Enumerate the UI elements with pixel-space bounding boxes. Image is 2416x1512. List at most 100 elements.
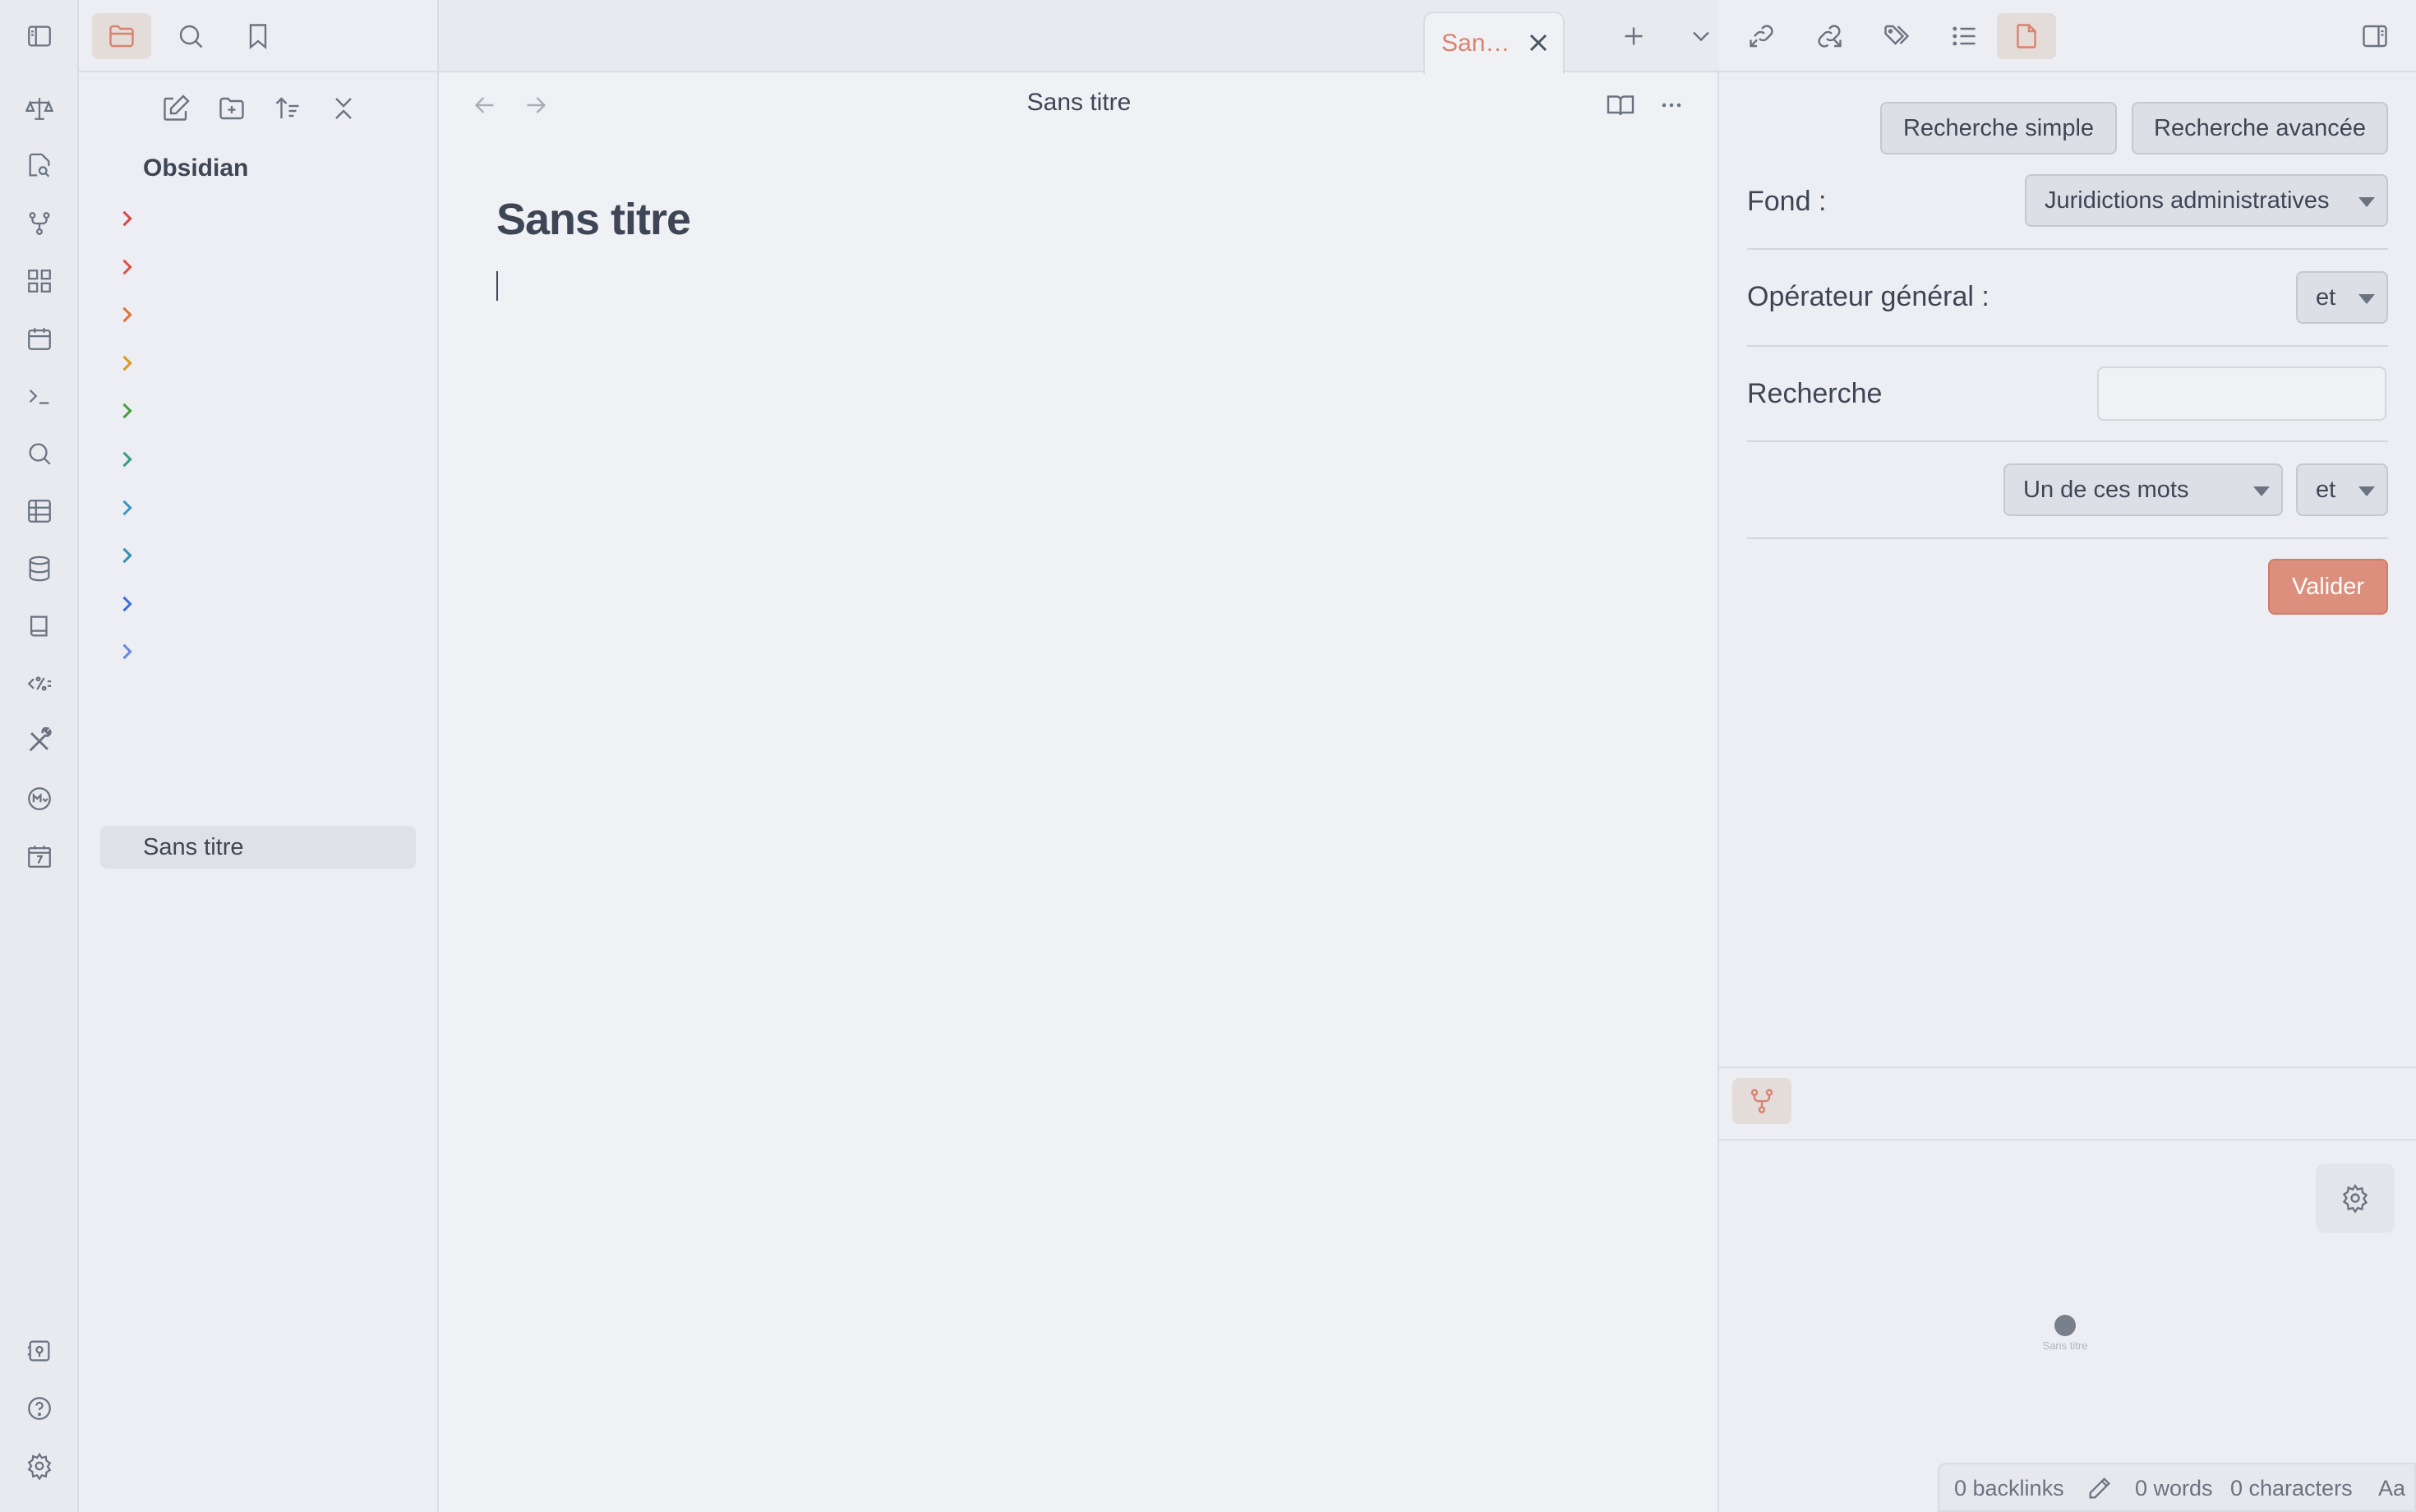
markdown-icon[interactable] bbox=[20, 779, 59, 818]
outline-list-icon[interactable] bbox=[1934, 13, 1994, 59]
recherche-avancee-button[interactable]: Recherche avancée bbox=[2132, 102, 2388, 154]
chevron-right-icon bbox=[122, 500, 132, 515]
fond-label: Fond : bbox=[1747, 186, 1827, 217]
book-icon[interactable] bbox=[20, 606, 59, 646]
folder-item[interactable] bbox=[108, 343, 421, 385]
tab-title: San… bbox=[1441, 30, 1510, 57]
folder-item[interactable] bbox=[108, 247, 421, 288]
tab-bar: San… bbox=[439, 0, 1719, 74]
file-item-active[interactable]: Sans titre bbox=[100, 826, 416, 869]
new-folder-icon[interactable] bbox=[202, 85, 261, 131]
ribbon bbox=[0, 0, 79, 1512]
tools-icon[interactable] bbox=[20, 721, 59, 761]
chevron-right-icon bbox=[122, 644, 132, 660]
chevron-right-icon bbox=[122, 259, 132, 274]
templater-icon[interactable] bbox=[20, 664, 59, 703]
scale-icon[interactable] bbox=[20, 89, 59, 128]
folder-item[interactable] bbox=[108, 632, 421, 673]
daily-calendar-icon[interactable] bbox=[20, 837, 59, 876]
settings-icon[interactable] bbox=[20, 1446, 59, 1486]
tags-icon[interactable] bbox=[1867, 13, 1926, 59]
graph-node-label: Sans titre bbox=[2042, 1339, 2088, 1352]
divider bbox=[1747, 537, 2388, 539]
edit-pencil-icon[interactable] bbox=[2086, 1474, 2114, 1502]
close-icon[interactable] bbox=[1524, 28, 1553, 58]
sort-icon[interactable] bbox=[258, 85, 317, 131]
chevron-right-icon bbox=[122, 210, 132, 227]
dropdown-caret-icon bbox=[2358, 294, 2375, 304]
chevron-right-icon bbox=[122, 451, 132, 468]
text-cursor bbox=[496, 271, 498, 301]
dashboard-icon[interactable] bbox=[20, 261, 59, 301]
graph-settings-gear-icon[interactable] bbox=[2316, 1164, 2395, 1233]
dropdown-caret-icon bbox=[2358, 197, 2375, 207]
folder-item[interactable] bbox=[108, 584, 421, 625]
operateur-general-select[interactable]: et bbox=[2296, 271, 2388, 324]
recherche-label: Recherche bbox=[1747, 378, 1883, 409]
backlinks-count[interactable]: 0 backlinks bbox=[1954, 1476, 2064, 1501]
mode-operateur-select[interactable]: et bbox=[2296, 463, 2388, 516]
sidebar-toggle-icon[interactable] bbox=[20, 16, 59, 56]
new-tab-icon[interactable] bbox=[1604, 13, 1663, 59]
recherche-simple-button[interactable]: Recherche simple bbox=[1880, 102, 2117, 154]
fond-select-value: Juridictions administratives bbox=[2045, 187, 2330, 214]
recherche-input[interactable] bbox=[2097, 366, 2386, 421]
folder-item[interactable] bbox=[108, 440, 421, 481]
valider-button[interactable]: Valider bbox=[2268, 559, 2388, 615]
left-sidebar-header bbox=[79, 0, 439, 72]
chevron-right-icon bbox=[122, 307, 132, 323]
database-icon[interactable] bbox=[20, 549, 59, 588]
status-bar: 0 backlinks 0 words 0 characters Aa bbox=[1938, 1463, 2416, 1512]
right-sidebar-toggle-icon[interactable] bbox=[2345, 13, 2404, 59]
tab-sans-titre[interactable]: San… bbox=[1423, 12, 1565, 74]
file-icon[interactable] bbox=[1997, 13, 2056, 59]
chevron-right-icon bbox=[122, 403, 132, 419]
fond-select[interactable]: Juridictions administratives bbox=[2025, 174, 2388, 227]
font-size-aa[interactable]: Aa bbox=[2378, 1476, 2405, 1501]
mode-recherche-select[interactable]: Un de ces mots bbox=[2003, 463, 2283, 516]
chevron-right-icon bbox=[122, 596, 132, 612]
folder-icon[interactable] bbox=[92, 13, 151, 59]
search-icon[interactable] bbox=[20, 434, 59, 473]
search-icon[interactable] bbox=[161, 13, 220, 59]
dropdown-caret-icon bbox=[2358, 486, 2375, 496]
dropdown-caret-icon bbox=[2253, 486, 2270, 496]
graph-node[interactable] bbox=[2054, 1315, 2076, 1336]
chevron-right-icon bbox=[122, 355, 132, 371]
folder-item[interactable] bbox=[108, 199, 421, 240]
document-title[interactable]: Sans titre bbox=[496, 194, 691, 245]
divider bbox=[1747, 440, 2388, 442]
folder-item[interactable] bbox=[108, 488, 421, 529]
terminal-icon[interactable] bbox=[20, 376, 59, 416]
new-note-icon[interactable] bbox=[146, 85, 205, 131]
mode-select-value: Un de ces mots bbox=[2023, 476, 2189, 503]
vault-name[interactable]: Obsidian bbox=[143, 154, 248, 182]
more-options-icon[interactable] bbox=[1642, 82, 1701, 128]
left-sidebar: Obsidian Sans titre bbox=[79, 0, 439, 1512]
operateur-general-label: Opérateur général : bbox=[1747, 281, 1990, 312]
word-count: 0 words bbox=[2135, 1476, 2213, 1500]
table-icon[interactable] bbox=[20, 491, 59, 531]
vault-switch-icon[interactable] bbox=[20, 1331, 59, 1371]
graph-icon[interactable] bbox=[20, 204, 59, 243]
bookmark-icon[interactable] bbox=[228, 13, 288, 59]
outgoing-links-icon[interactable] bbox=[1800, 13, 1859, 59]
main-editor: San… Sans titre Sans titre bbox=[439, 0, 1719, 1512]
divider bbox=[1747, 345, 2388, 347]
divider bbox=[1747, 248, 2388, 250]
collapse-all-icon[interactable] bbox=[314, 85, 373, 131]
file-search-icon[interactable] bbox=[20, 146, 59, 186]
folder-item[interactable] bbox=[108, 391, 421, 432]
graph-icon[interactable] bbox=[1732, 1078, 1791, 1124]
mode-op-select-value: et bbox=[2316, 476, 2336, 503]
chevron-right-icon bbox=[122, 547, 132, 564]
folder-item[interactable] bbox=[108, 295, 421, 336]
operateur-select-value: et bbox=[2316, 284, 2336, 311]
calendar-icon[interactable] bbox=[20, 319, 59, 358]
right-sidebar-header bbox=[1719, 0, 2416, 72]
local-graph-header bbox=[1719, 1068, 2416, 1141]
folder-item[interactable] bbox=[108, 536, 421, 577]
view-header-title[interactable]: Sans titre bbox=[439, 89, 1719, 117]
help-icon[interactable] bbox=[20, 1389, 59, 1428]
backlinks-icon[interactable] bbox=[1732, 13, 1791, 59]
